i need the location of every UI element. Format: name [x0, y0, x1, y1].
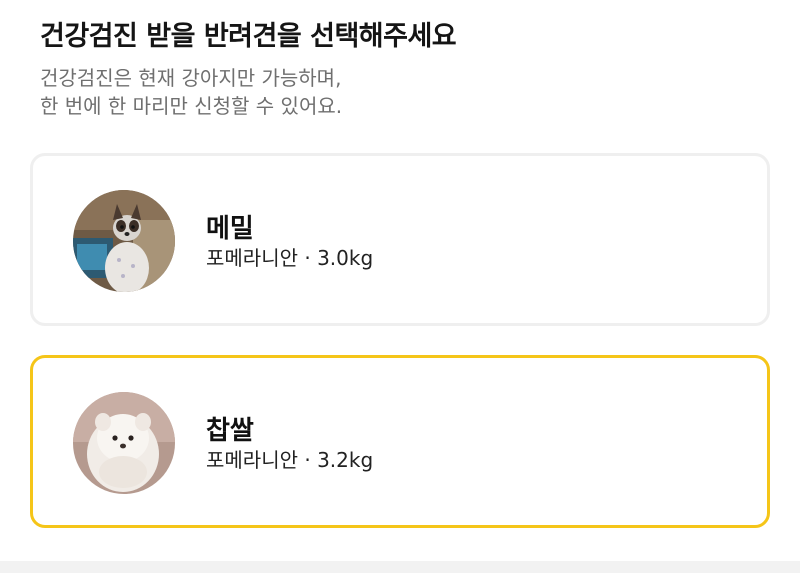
pet-avatar-memil	[73, 190, 175, 292]
subtitle-line-1: 건강검진은 현재 강아지만 가능하며,	[40, 66, 342, 90]
pet-breed-weight: 포메라니안 · 3.2kg	[206, 448, 374, 472]
bottom-divider	[0, 561, 800, 573]
page-subtitle: 건강검진은 현재 강아지만 가능하며, 한 번에 한 마리만 신청할 수 있어요…	[40, 64, 342, 120]
pet-name: 찹쌀	[206, 416, 254, 446]
subtitle-line-2: 한 번에 한 마리만 신청할 수 있어요.	[40, 94, 343, 118]
pet-photo-chapssal	[73, 392, 175, 494]
pet-select-screen: 건강검진 받을 반려견을 선택해주세요 건강검진은 현재 강아지만 가능하며, …	[0, 0, 800, 573]
pet-avatar-chapssal	[73, 392, 175, 494]
pet-card-memil[interactable]: 메밀 포메라니안 · 3.0kg	[30, 153, 770, 326]
pet-card-chapssal[interactable]: 찹쌀 포메라니안 · 3.2kg	[30, 355, 770, 528]
page-title: 건강검진 받을 반려견을 선택해주세요	[40, 21, 457, 52]
pet-breed-weight: 포메라니안 · 3.0kg	[206, 246, 374, 270]
pet-photo-memil	[73, 190, 175, 292]
pet-name: 메밀	[206, 214, 254, 244]
